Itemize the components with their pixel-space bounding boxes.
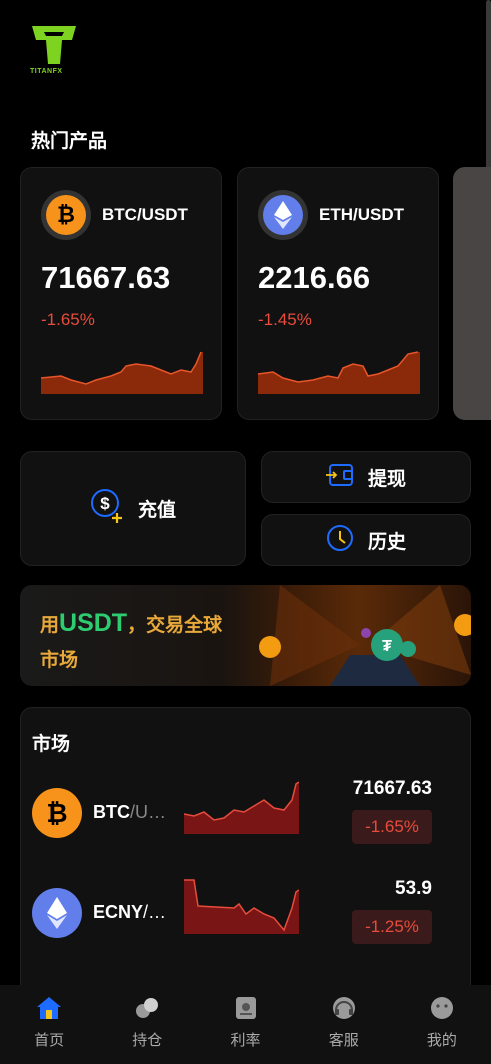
deposit-icon: $ [90, 488, 126, 529]
hot-card-price: 2216.66 [258, 260, 371, 295]
market-change-badge: -1.65% [352, 810, 432, 844]
btc-sparkline [41, 351, 203, 394]
tab-profile[interactable]: 我的 [393, 985, 491, 1064]
withdraw-button[interactable]: 提现 [261, 451, 471, 503]
tab-support[interactable]: 客服 [295, 985, 393, 1064]
banner-line2: 市场 [40, 650, 79, 671]
hot-card-eth[interactable]: ETH/USDT 2216.66 -1.45% [237, 167, 439, 420]
deposit-button[interactable]: $ 充值 [20, 451, 246, 566]
market-price: 53.9 [395, 878, 432, 899]
market-pair-base: ECNY [93, 902, 144, 922]
tether-coins-illustration: ₮ [259, 585, 471, 686]
history-label: 历史 [367, 531, 406, 553]
tab-label: 客服 [328, 1032, 359, 1049]
market-panel: 市场 ₿ BTC/U… 71667.63 -1.65% ECNY/… 53.9 … [20, 707, 471, 997]
deposit-label: 充值 [137, 500, 176, 521]
market-pair-base: BTC [93, 802, 130, 822]
profile-icon [429, 995, 455, 1021]
market-pair-quote: /U… [130, 802, 166, 822]
svg-text:$: $ [100, 494, 110, 513]
bitcoin-icon: ₿ [41, 190, 91, 240]
banner-line1: 用USDT，交易全球 [40, 609, 222, 638]
hot-card-change: -1.45% [258, 310, 312, 329]
hot-card-btc[interactable]: ₿ BTC/USDT 71667.63 -1.65% [20, 167, 222, 420]
history-button[interactable]: 历史 [261, 514, 471, 566]
market-title: 市场 [32, 734, 71, 755]
ethereum-icon [258, 190, 308, 240]
market-pair: BTC/U… [93, 802, 166, 823]
banner-suffix: ，交易全球 [127, 615, 223, 636]
tab-home[interactable]: 首页 [0, 985, 98, 1064]
hot-card-change: -1.65% [41, 310, 95, 329]
hot-card-pair: ETH/USDT [319, 205, 404, 224]
market-price: 71667.63 [352, 778, 432, 799]
bitcoin-icon: ₿ [32, 788, 82, 838]
coins-icon [134, 995, 160, 1021]
ecny-market-sparkline [184, 879, 299, 934]
promo-banner[interactable]: 用USDT，交易全球 市场 ₮ [20, 585, 471, 686]
hot-card-price: 71667.63 [41, 260, 171, 295]
withdraw-label: 提现 [367, 468, 406, 490]
tab-label: 我的 [426, 1032, 457, 1049]
hot-card-next[interactable] [453, 167, 491, 420]
eth-sparkline [258, 351, 420, 394]
market-row-ecny[interactable]: ECNY/… 53.9 -1.25% [21, 878, 472, 958]
home-icon [36, 995, 62, 1021]
tab-label: 持仓 [132, 1032, 163, 1049]
tab-label: 利率 [230, 1032, 261, 1049]
bottom-tabbar: 首页 持仓 利率 客服 我的 [0, 985, 491, 1064]
ethereum-icon [32, 888, 82, 938]
market-pair-quote: /… [143, 902, 167, 922]
clock-icon [326, 524, 354, 557]
rate-icon [233, 995, 259, 1021]
tab-positions[interactable]: 持仓 [98, 985, 196, 1064]
market-pair: ECNY/… [93, 902, 166, 923]
market-change-badge: -1.25% [352, 910, 432, 944]
hot-products-title: 热门产品 [31, 131, 108, 152]
banner-prefix: 用 [40, 615, 60, 636]
hot-card-pair: BTC/USDT [102, 205, 188, 224]
tab-rates[interactable]: 利率 [196, 985, 294, 1064]
logo-text: TITANFX [30, 68, 63, 75]
banner-highlight: USDT [59, 609, 128, 637]
wallet-icon [325, 463, 354, 492]
market-row-btc[interactable]: ₿ BTC/U… 71667.63 -1.65% [21, 778, 472, 858]
support-icon [331, 995, 357, 1021]
svg-text:₮: ₮ [382, 638, 392, 655]
tab-label: 首页 [34, 1032, 65, 1049]
btc-market-sparkline [184, 781, 299, 834]
